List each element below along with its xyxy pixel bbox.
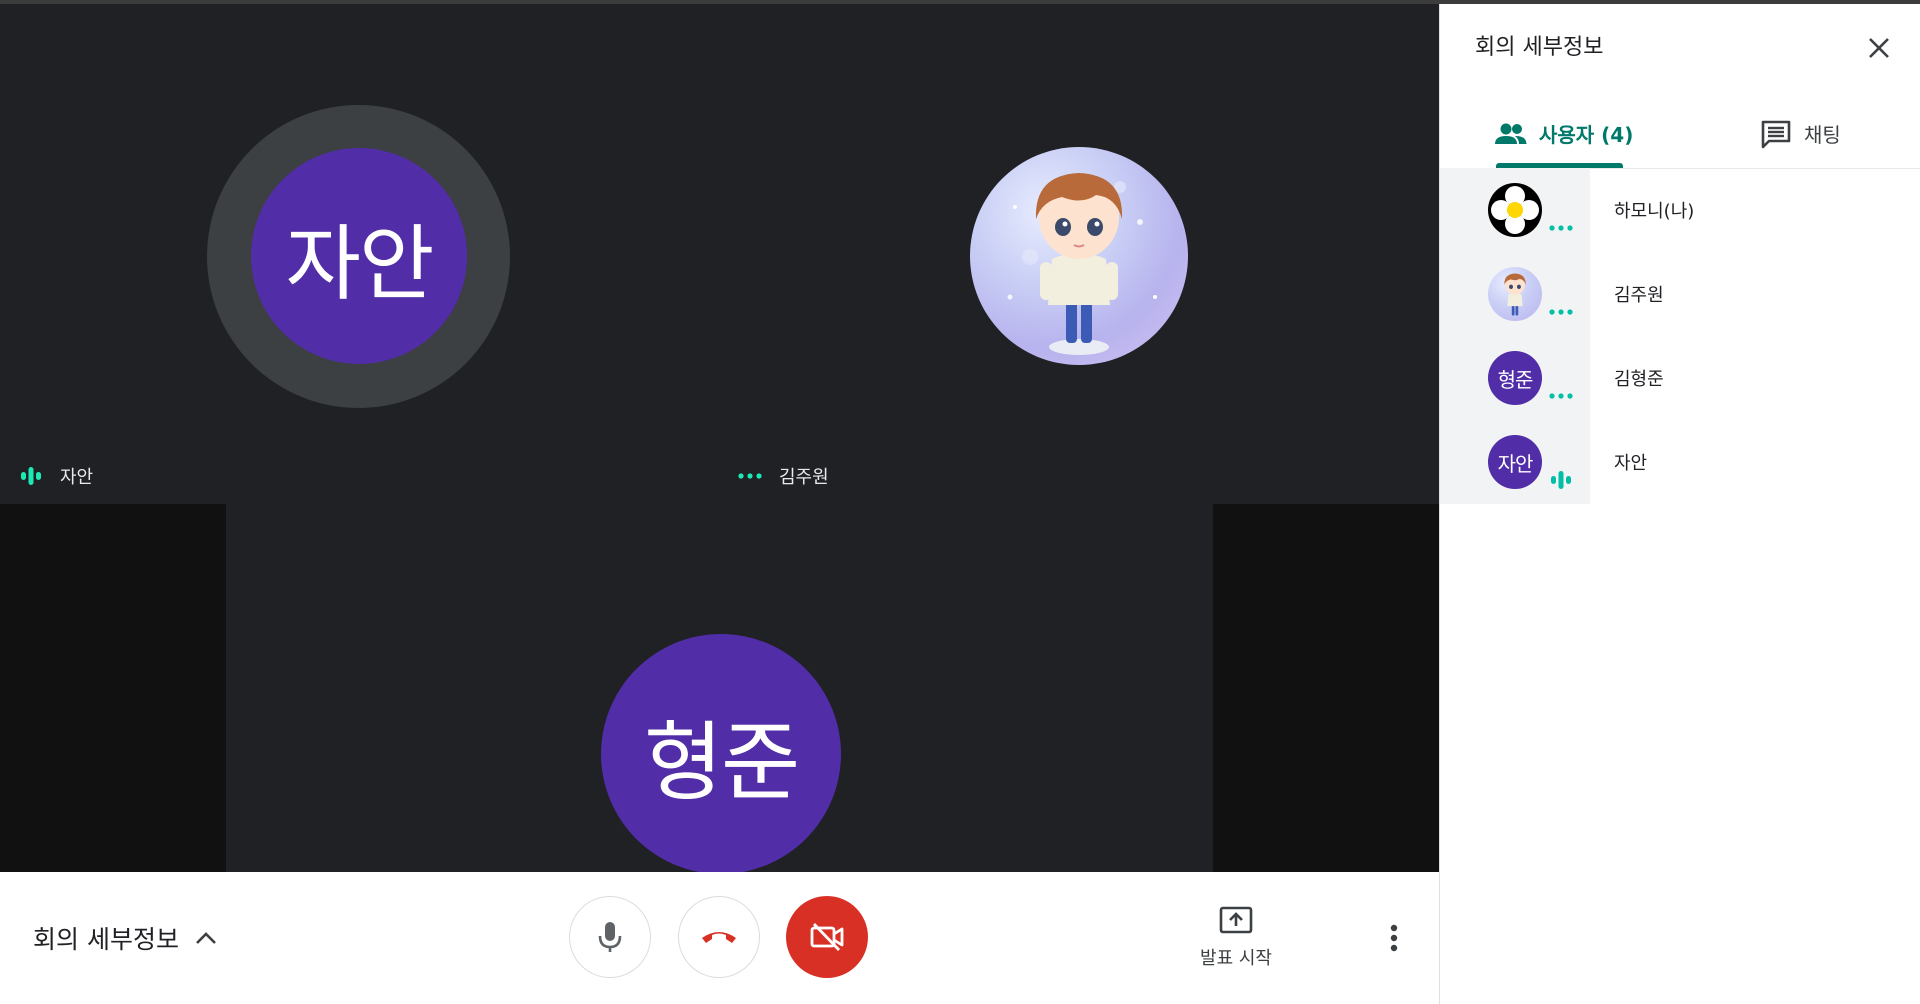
camera-toggle-button[interactable] [786,896,868,978]
participant-tile-hyungjun[interactable]: 형준 [0,504,1439,872]
microphone-button[interactable] [569,896,651,978]
avatar: 형준 [1488,351,1542,405]
speaking-indicator-icon [18,465,44,487]
present-screen-icon [1219,906,1253,934]
meeting-details-panel: 회의 세부정보 사용자 (4) 채팅 하모니(나) 김주원 형준 김형준 자안 … [1439,4,1920,1004]
participant-name-label: 김주원 [737,465,829,488]
more-vert-icon [1390,924,1398,952]
chat-icon [1761,120,1791,148]
participant-photo-avatar [970,147,1188,365]
character-illustration-icon [1007,173,1157,355]
more-dots-indicator-icon [737,465,763,487]
participant-avatar: 형준 [601,634,841,872]
camera-off-icon [810,923,844,951]
tab-chat-label: 채팅 [1804,123,1841,147]
tab-people[interactable]: 사용자 (4) [1495,99,1633,168]
video-stage: 자안 자안 김주원 형준 [0,4,1439,872]
list-item[interactable]: 하모니(나) [1440,168,1920,252]
participant-tile-inner: 형준 [226,504,1213,872]
participant-name: 김형준 [1614,369,1664,390]
leave-call-button[interactable] [678,896,760,978]
people-icon [1495,123,1527,144]
panel-tabs: 사용자 (4) 채팅 [1440,99,1920,169]
participant-name: 김주원 [779,467,829,488]
participant-name-label: 자안 [18,465,94,488]
hang-up-icon [702,932,736,943]
microphone-icon [598,922,622,952]
list-item[interactable]: 형준 김형준 [1440,336,1920,420]
participant-name: 김주원 [1614,285,1664,306]
panel-title: 회의 세부정보 [1475,35,1604,60]
more-options-button[interactable] [1374,918,1414,958]
tab-people-label: 사용자 (4) [1539,123,1634,147]
avatar [1488,183,1542,237]
participant-tile-kimjuwon[interactable]: 김주원 [719,4,1439,504]
avatar [1488,267,1542,321]
avatar: 자안 [1488,435,1542,489]
present-now-button[interactable]: 발표 시작 [1194,906,1278,978]
participant-name: 자안 [1614,453,1648,474]
participant-name: 하모니(나) [1614,201,1695,222]
participant-name: 자안 [60,467,94,488]
close-icon [1869,38,1889,58]
present-now-label: 발표 시작 [1200,948,1272,969]
tab-chat[interactable]: 채팅 [1760,99,1841,168]
list-item[interactable]: 김주원 [1440,252,1920,336]
more-dots-indicator-icon [1548,300,1574,324]
flower-icon [1491,186,1539,234]
participant-list: 하모니(나) 김주원 형준 김형준 자안 자안 [1440,168,1920,504]
meeting-details-button[interactable]: 회의 세부정보 [33,918,217,958]
character-illustration-icon [1504,273,1526,316]
participant-avatar: 자안 [251,148,467,364]
speaking-indicator-icon [1548,468,1574,492]
list-item[interactable]: 자안 자안 [1440,420,1920,504]
close-panel-button[interactable] [1861,30,1897,66]
participant-tile-jaan[interactable]: 자안 자안 [0,4,719,504]
more-dots-indicator-icon [1548,216,1574,240]
meeting-details-label: 회의 세부정보 [33,925,179,954]
chevron-up-icon [196,932,216,944]
more-dots-indicator-icon [1548,384,1574,408]
call-controls-bar: 회의 세부정보 발표 시작 [0,872,1439,1004]
